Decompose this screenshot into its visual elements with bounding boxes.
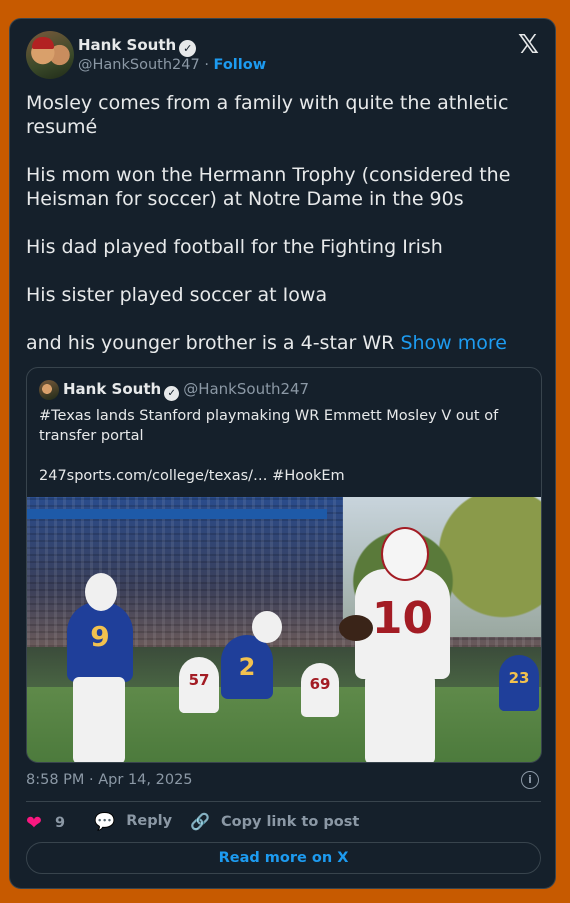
like-count: 9	[54, 815, 66, 831]
reply-label: Reply	[126, 813, 173, 829]
author-name[interactable]: Hank South	[78, 36, 176, 54]
quoted-tweet[interactable]: Hank South ✓ @HankSouth247 #Texas lands St…	[26, 367, 542, 763]
tweet-text: Mosley comes from a family with quite th…	[26, 91, 546, 355]
jersey-number: 10	[371, 593, 434, 644]
player-pants	[365, 675, 435, 762]
quoted-author-row: Hank South ✓ @HankSouth247	[63, 380, 309, 401]
avatar-cap-shape	[32, 37, 54, 49]
x-logo-icon[interactable]: 𝕏	[518, 30, 539, 60]
tweet-paragraph: His sister played soccer at Iowa	[26, 284, 328, 306]
quoted-photo[interactable]: 9 10 2 57 69 23	[27, 497, 541, 762]
tweet-paragraph: Mosley comes from a family with quite th…	[26, 92, 509, 138]
quoted-text-body: #Texas lands Stanford playmaking WR Emme…	[39, 408, 499, 444]
quoted-author-avatar	[39, 380, 59, 400]
quoted-author-handle: @HankSouth247	[183, 380, 310, 398]
player-pants	[73, 677, 125, 762]
football	[339, 615, 373, 641]
jersey-number: 2	[238, 653, 256, 681]
quoted-link-line: 247sports.com/college/texas/… #HookEm	[39, 468, 345, 484]
info-icon[interactable]: i	[521, 771, 539, 789]
tweet-paragraph: His dad played football for the Fighting…	[26, 236, 443, 258]
reply-icon: 💬	[94, 812, 116, 832]
author-avatar[interactable]	[26, 31, 74, 79]
tweet-card: Hank South ✓ @HankSouth247 · Follow 𝕏 Mos…	[9, 18, 556, 889]
heart-icon: ❤	[26, 812, 42, 834]
tweet-last-line: and his younger brother is a 4-star WR S…	[26, 331, 546, 355]
copy-link-button[interactable]: 🔗 Copy link to post	[190, 812, 359, 831]
stadium-banner	[27, 509, 327, 519]
tweet-paragraph: His mom won the Hermann Trophy (consider…	[26, 164, 511, 210]
jersey-number: 69	[309, 675, 331, 693]
jersey-number: 57	[188, 671, 210, 689]
handle-separator: ·	[204, 57, 209, 73]
quoted-verified-badge-icon: ✓	[164, 386, 180, 401]
player-helmet	[381, 527, 429, 581]
verified-badge-icon: ✓	[179, 40, 197, 57]
read-more-button[interactable]: Read more on X	[26, 842, 541, 874]
link-icon: 🔗	[190, 812, 210, 831]
like-button[interactable]: ❤ 9	[26, 812, 65, 834]
divider	[26, 801, 541, 802]
show-more-link[interactable]: Show more	[400, 332, 507, 354]
copy-link-label: Copy link to post	[220, 814, 360, 830]
jersey-number: 9	[90, 620, 110, 653]
player-helmet	[85, 573, 117, 611]
jersey-number: 23	[508, 669, 530, 687]
player-blue-23: 23	[499, 655, 539, 711]
tweet-last-line-text: and his younger brother is a 4-star WR	[26, 332, 395, 354]
author-handle-row: @HankSouth247 · Follow	[78, 57, 266, 73]
quoted-author-name: Hank South	[63, 380, 162, 398]
follow-button[interactable]: Follow	[214, 57, 267, 73]
player-helmet	[252, 611, 282, 643]
tweet-timestamp[interactable]: 8:58 PM · Apr 14, 2025	[26, 772, 193, 788]
author-handle[interactable]: @HankSouth247	[78, 57, 200, 73]
reply-button[interactable]: 💬 Reply	[94, 812, 172, 832]
quoted-text: #Texas lands Stanford playmaking WR Emme…	[39, 406, 529, 506]
player-blue-2: 2	[221, 635, 273, 699]
player-white-69: 69	[301, 663, 339, 717]
player-white-57: 57	[179, 657, 219, 713]
author-name-row[interactable]: Hank South ✓	[78, 36, 197, 57]
player-blue-9: 9	[67, 602, 133, 682]
